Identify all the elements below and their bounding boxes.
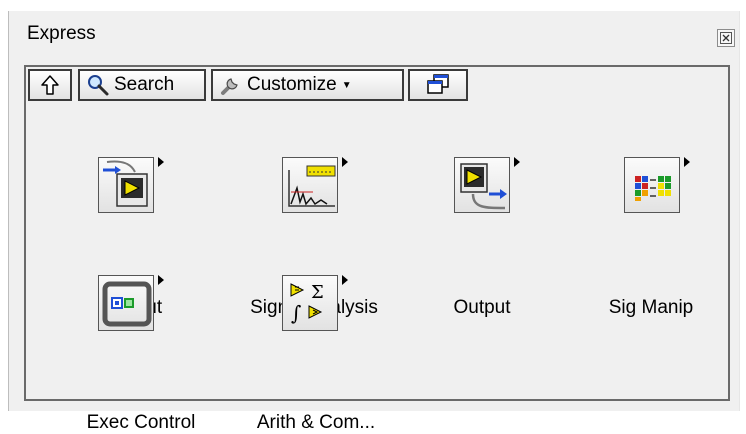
submenu-arrow-icon [158,157,164,167]
palette-content: Search Customize ▼ Signal Analysis Outpu… [24,65,730,433]
close-icon [720,32,732,44]
chevron-down-icon: ▼ [341,79,352,91]
restore-window-icon [427,74,449,94]
submenu-arrow-icon [684,157,690,167]
palette-item-label: Output [453,297,511,318]
search-button[interactable]: Search [78,69,206,101]
customize-button-label: Customize [247,74,337,95]
palette-item-label: Exec Control [86,412,196,433]
submenu-arrow-icon [514,157,520,167]
svg-text:∫: ∫ [291,301,301,325]
exec-control-icon [98,275,154,331]
palette-item-label: Arith & Com... [256,412,376,433]
submenu-arrow-icon [342,275,348,285]
window-options-button[interactable] [408,69,468,101]
sig-manip-icon [624,157,680,213]
wrench-icon [221,78,238,95]
express-palette-window: Express Search Customize ▼ Signal Analys… [9,11,739,433]
magnifier-icon [88,75,109,96]
up-level-button[interactable] [28,69,72,101]
submenu-arrow-icon [158,275,164,285]
svg-text:Σ: Σ [311,282,324,303]
palette-item-label: Sig Manip [608,297,694,318]
search-button-label: Search [114,74,175,95]
submenu-arrow-icon [342,157,348,167]
input-icon [98,157,154,213]
close-button[interactable] [717,29,735,47]
up-arrow-icon [41,75,59,95]
output-icon [454,157,510,213]
window-title: Express [27,23,96,44]
signal-analysis-icon [282,157,338,213]
customize-button[interactable]: Customize ▼ [211,69,404,101]
arith-comparison-icon: Σ ∫ [282,275,338,331]
